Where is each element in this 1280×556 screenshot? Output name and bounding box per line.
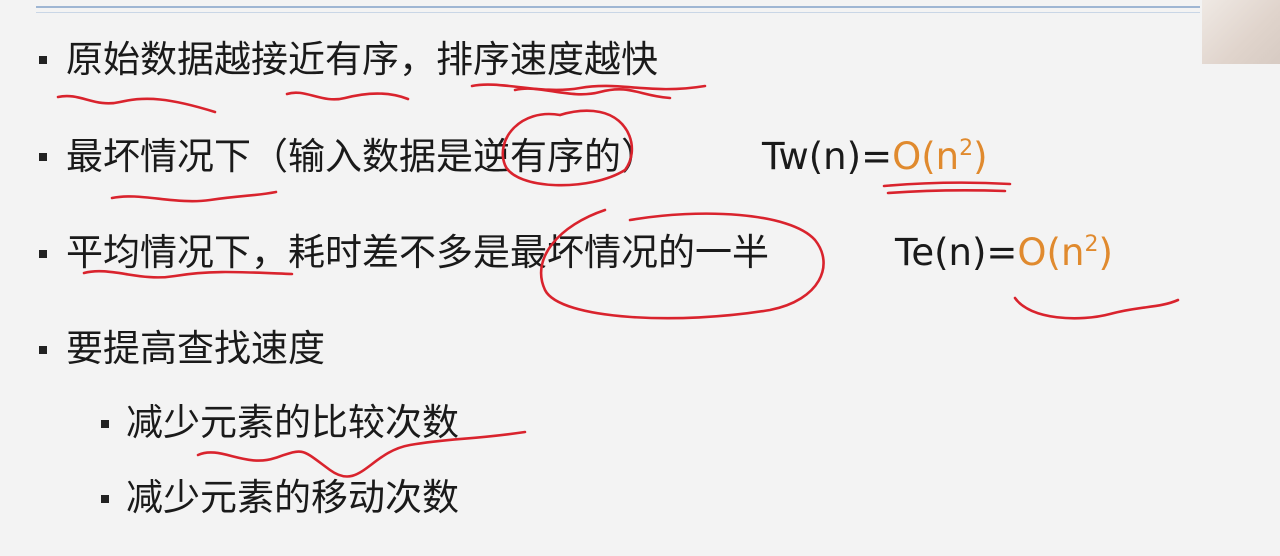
ink-underline	[470, 83, 707, 92]
formula-prefix: Te(n)	[895, 231, 987, 274]
formula-close: )	[973, 135, 988, 178]
formula-prefix: Tw(n)	[762, 135, 862, 178]
bullet-marker	[39, 250, 47, 258]
formula-worst-case: Tw(n)=O(n2)	[762, 135, 988, 179]
bullet-marker	[39, 153, 47, 161]
webcam-thumbnail	[1202, 0, 1280, 64]
bullet-text-2: 最坏情况下（输入数据是逆有序的）	[66, 135, 658, 178]
sub-bullet-marker	[101, 420, 109, 428]
bullet-marker	[39, 56, 47, 64]
slide: 原始数据越接近有序，排序速度越快 最坏情况下（输入数据是逆有序的） Tw(n)=…	[0, 0, 1280, 556]
sub-bullet-marker	[101, 495, 109, 503]
ink-underline	[1013, 296, 1180, 320]
bullet-text-1: 原始数据越接近有序，排序速度越快	[66, 38, 658, 81]
ink-annotations	[56, 83, 1180, 478]
ink-underline	[886, 189, 1007, 195]
header-rule	[36, 6, 1200, 8]
formula-o: O(n	[892, 135, 960, 178]
header-rule-secondary	[36, 12, 1200, 13]
formula-exponent: 2	[959, 136, 974, 161]
formula-close: )	[1098, 231, 1113, 274]
sub-bullet-text-2: 减少元素的移动次数	[126, 476, 459, 519]
sub-bullet-text-1: 减少元素的比较次数	[126, 401, 459, 444]
formula-equals: =	[861, 135, 893, 178]
ink-underline	[285, 91, 410, 101]
ink-underline	[882, 181, 1012, 188]
bullet-text-3: 平均情况下，耗时差不多是最坏情况的一半	[66, 231, 769, 274]
formula-o: O(n	[1017, 231, 1085, 274]
formula-big-o: O(n2)	[892, 135, 987, 178]
bullet-text-4: 要提高查找速度	[66, 327, 325, 370]
formula-average-case: Te(n)=O(n2)	[895, 231, 1113, 275]
ink-underline	[513, 87, 672, 100]
ink-underline	[110, 190, 278, 203]
formula-equals: =	[986, 231, 1018, 274]
ink-underline	[56, 94, 217, 114]
formula-exponent: 2	[1084, 232, 1099, 257]
formula-big-o: O(n2)	[1017, 231, 1112, 274]
bullet-marker	[39, 346, 47, 354]
